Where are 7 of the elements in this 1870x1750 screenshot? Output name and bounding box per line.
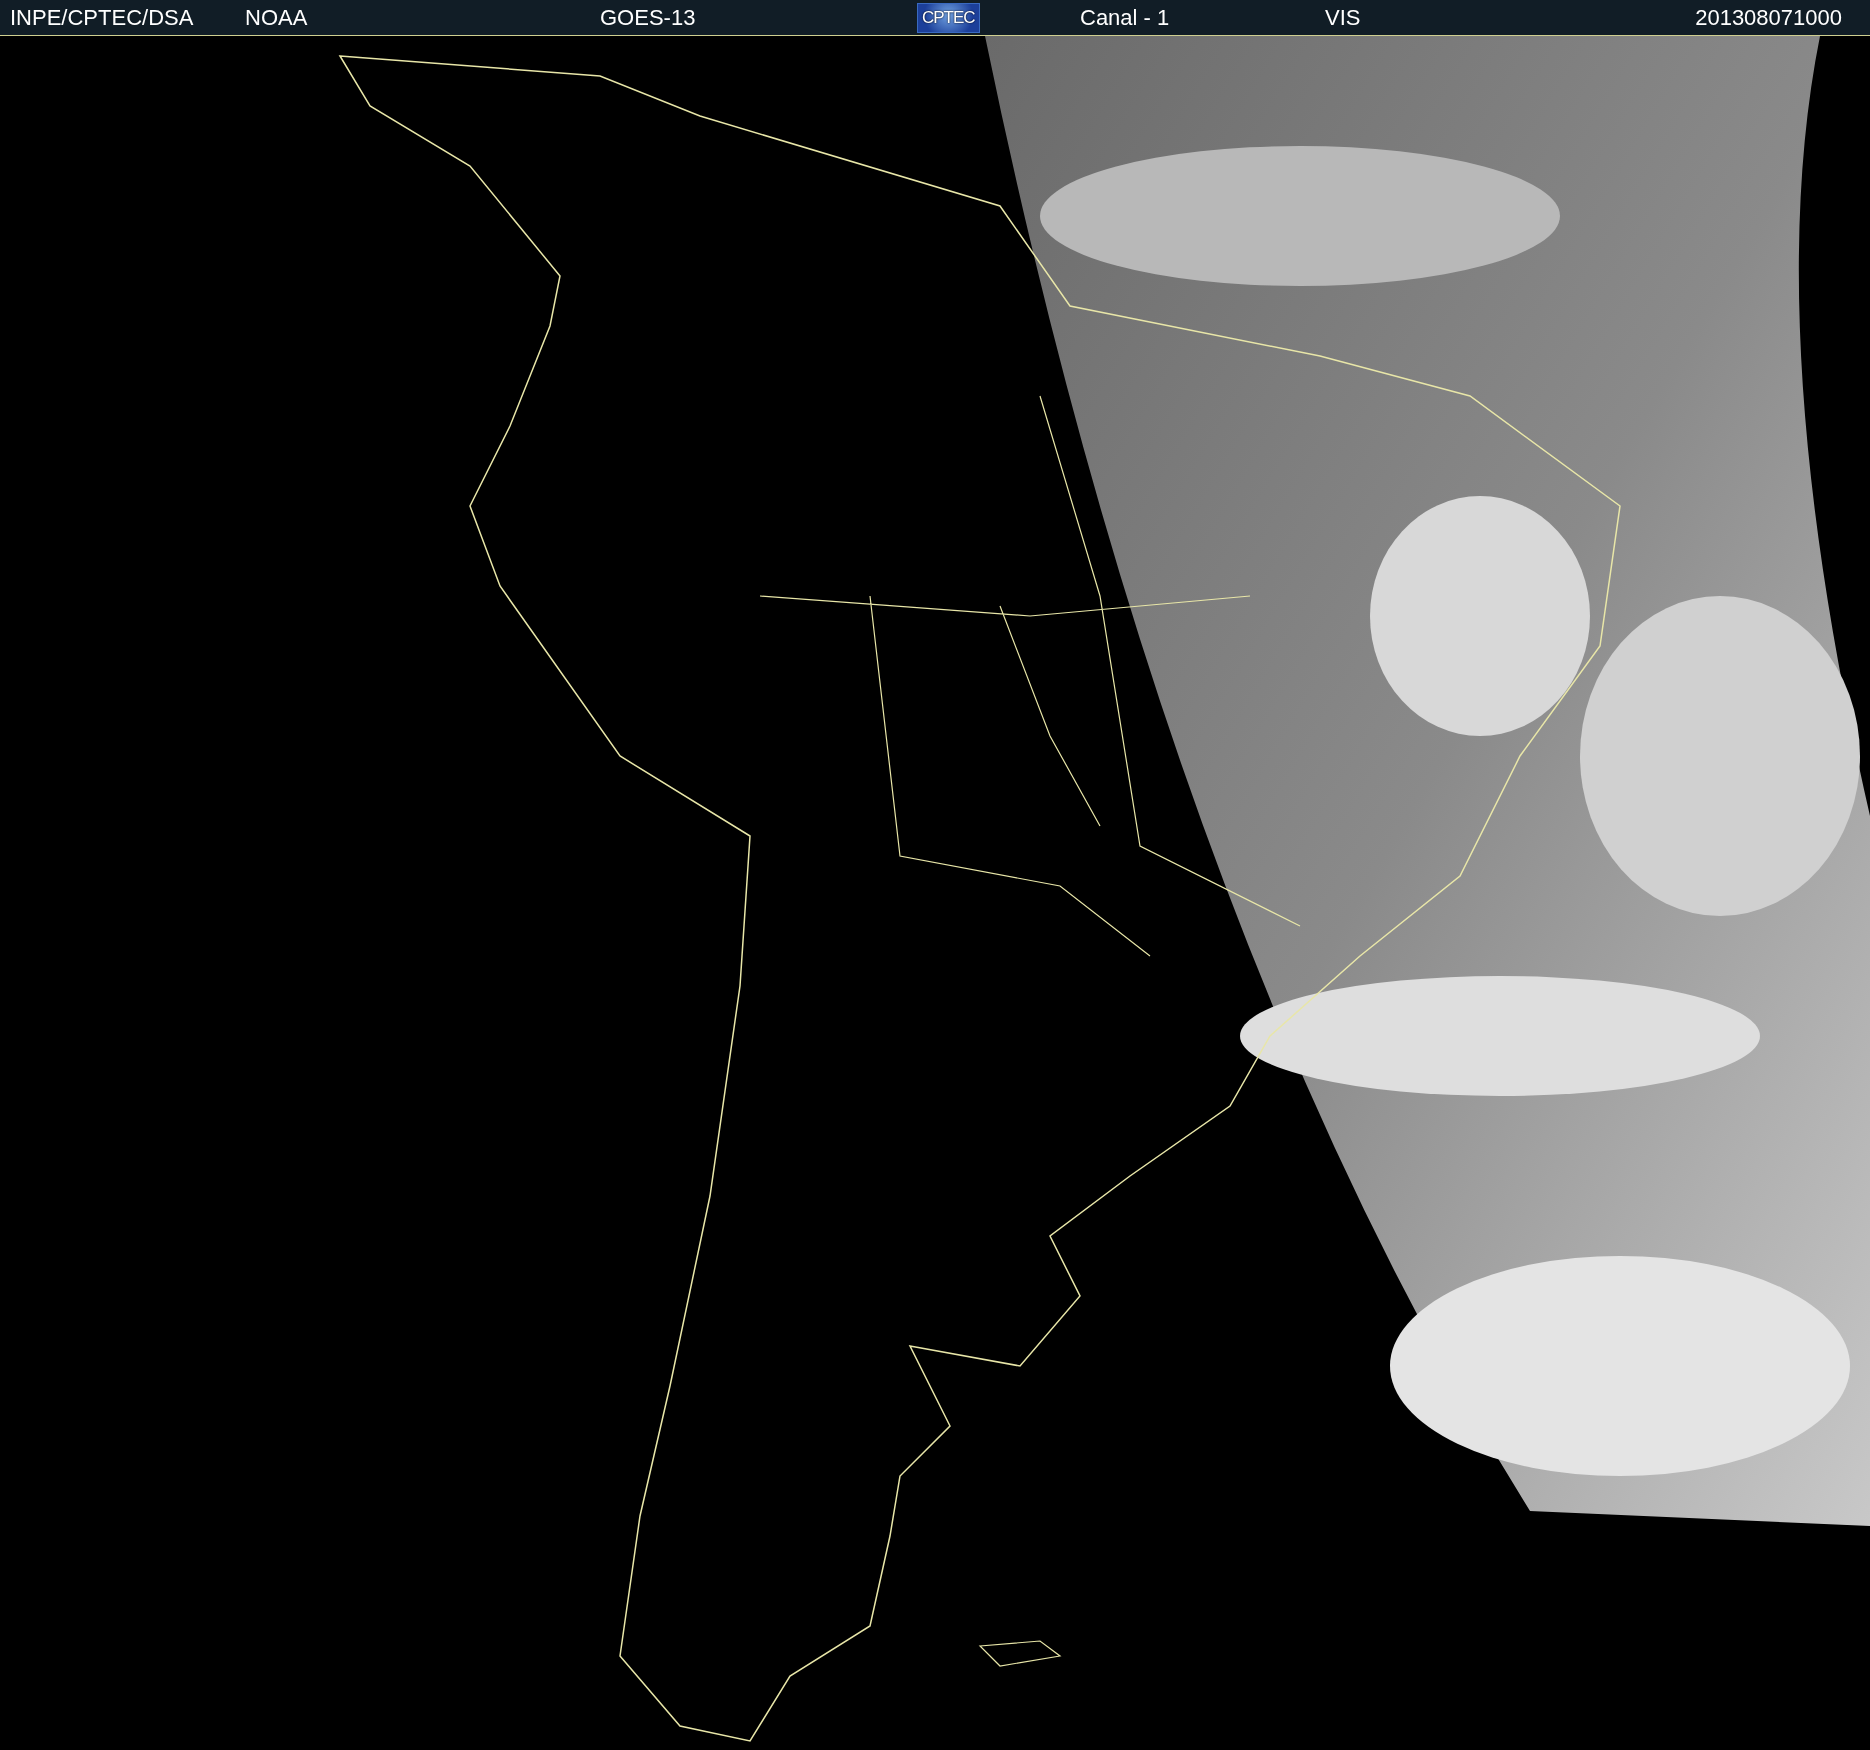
header-label: NOAA bbox=[245, 4, 308, 31]
header-label: 201308071000 bbox=[1695, 4, 1842, 31]
logo: CPTEC bbox=[917, 2, 980, 33]
header-label: Canal - 1 bbox=[1080, 4, 1170, 31]
header-label: VIS bbox=[1325, 4, 1361, 31]
header-label: INPE/CPTEC/DSA bbox=[10, 4, 194, 31]
header-label: GOES-13 bbox=[600, 4, 696, 31]
